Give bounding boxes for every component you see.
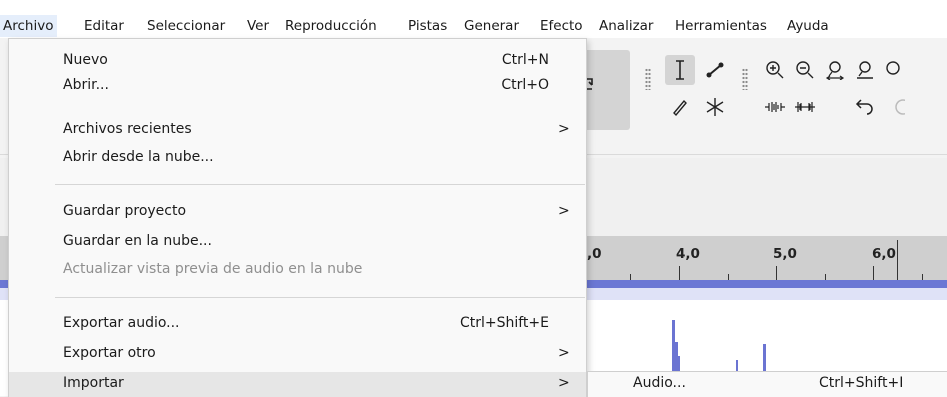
menu-herramientas[interactable]: Herramientas xyxy=(675,15,767,37)
ruler-label: 4,0 xyxy=(676,246,700,262)
menu-editar[interactable]: Editar xyxy=(84,15,124,37)
menu-analizar[interactable]: Analizar xyxy=(599,15,653,37)
menu-ayuda[interactable]: Ayuda xyxy=(787,15,829,37)
importar-submenu: Audio... Ctrl+Shift+I xyxy=(587,371,947,397)
menu-item-shortcut: Ctrl+Shift+E xyxy=(459,315,549,331)
menu-item-label: Importar xyxy=(63,375,124,391)
silence-selection-button[interactable] xyxy=(790,92,820,122)
ruler-label: 6,0 xyxy=(872,246,896,262)
menu-item-label: Archivos recientes xyxy=(63,121,192,137)
menu-item-label: Guardar proyecto xyxy=(63,203,187,219)
menu-item-shortcut: Ctrl+N xyxy=(501,52,549,68)
menu-item-label: Exportar otro xyxy=(63,345,156,361)
playhead-marker[interactable] xyxy=(897,240,898,280)
silence-selection-icon xyxy=(794,99,816,115)
envelope-tool-icon xyxy=(704,59,726,81)
undo-icon xyxy=(855,97,875,117)
menu-efecto[interactable]: Efecto xyxy=(540,15,583,37)
zoom-in-button[interactable] xyxy=(760,55,790,85)
menu-item-label: Abrir... xyxy=(63,77,109,93)
menu-item-archivos-recientes[interactable]: Archivos recientes > xyxy=(9,118,586,142)
ruler-tick xyxy=(679,266,680,280)
submenu-arrow-icon: > xyxy=(558,375,570,391)
submenu-arrow-icon: > xyxy=(558,203,570,219)
fit-selection-button[interactable] xyxy=(820,55,850,85)
menu-seleccionar[interactable]: Seleccionar xyxy=(147,15,225,37)
zoom-toggle-button[interactable] xyxy=(880,55,920,85)
fit-selection-icon xyxy=(825,60,845,80)
menu-item-exportar-audio[interactable]: Exportar audio... Ctrl+Shift+E xyxy=(9,312,586,336)
ruler-tick xyxy=(873,266,874,280)
undo-button[interactable] xyxy=(850,92,880,122)
ruler-label: 5,0 xyxy=(773,246,797,262)
menu-item-label: Guardar en la nube... xyxy=(63,233,212,249)
menu-item-label: Exportar audio... xyxy=(63,315,180,331)
menu-pistas[interactable]: Pistas xyxy=(408,15,447,37)
menu-item-abrir-desde-la-nube[interactable]: Abrir desde la nube... xyxy=(9,146,586,170)
ruler-label: ,0 xyxy=(587,246,602,262)
menu-item-abrir[interactable]: Abrir... Ctrl+O xyxy=(9,74,586,98)
menu-archivo[interactable]: Archivo xyxy=(0,15,58,37)
menu-item-actualizar-vista-previa[interactable]: Actualizar vista previa de audio en la n… xyxy=(9,258,586,282)
menu-item-label: Actualizar vista previa de audio en la n… xyxy=(63,261,363,277)
menubar: Archivo Editar Seleccionar Ver Reproducc… xyxy=(0,12,947,38)
submenu-arrow-icon: > xyxy=(558,121,570,137)
toolbar-grip[interactable] xyxy=(742,68,748,90)
menu-item-nuevo[interactable]: Nuevo Ctrl+N xyxy=(9,49,586,73)
zoom-in-icon xyxy=(765,60,785,80)
zoom-out-icon xyxy=(795,60,815,80)
menu-separator xyxy=(55,297,585,298)
trim-outside-button[interactable] xyxy=(760,92,790,122)
trim-outside-icon xyxy=(764,99,786,115)
redo-button[interactable] xyxy=(880,92,910,122)
selection-tool-icon xyxy=(672,59,688,81)
menu-generar[interactable]: Generar xyxy=(464,15,519,37)
selection-tool-button[interactable] xyxy=(665,55,695,85)
envelope-tool-button[interactable] xyxy=(700,55,730,85)
menu-item-exportar-otro[interactable]: Exportar otro > xyxy=(9,342,586,366)
redo-icon xyxy=(885,97,905,117)
submenu-item-label: Audio... xyxy=(633,375,686,391)
archivo-dropdown-menu: Nuevo Ctrl+N Abrir... Ctrl+O Archivos re… xyxy=(8,38,587,397)
menu-ver[interactable]: Ver xyxy=(247,15,269,37)
cropped-top-strip xyxy=(0,0,947,12)
menu-item-importar[interactable]: Importar > xyxy=(9,372,586,397)
zoom-toggle-icon xyxy=(880,60,900,80)
menu-item-guardar-proyecto[interactable]: Guardar proyecto > xyxy=(9,200,586,224)
submenu-item-audio[interactable]: Audio... Ctrl+Shift+I xyxy=(588,372,947,397)
menu-item-guardar-en-la-nube[interactable]: Guardar en la nube... xyxy=(9,230,586,254)
fit-project-icon xyxy=(855,60,875,80)
multi-tool-button[interactable] xyxy=(700,92,730,122)
fit-project-button[interactable] xyxy=(850,55,880,85)
draw-tool-icon xyxy=(670,97,690,117)
multi-tool-icon xyxy=(704,96,726,118)
menu-item-shortcut: Ctrl+O xyxy=(501,77,549,93)
submenu-arrow-icon: > xyxy=(558,345,570,361)
menu-item-label: Nuevo xyxy=(63,52,108,68)
draw-tool-button[interactable] xyxy=(665,92,695,122)
toolbar-grip[interactable] xyxy=(645,68,651,90)
menu-item-label: Abrir desde la nube... xyxy=(63,149,214,165)
submenu-item-shortcut: Ctrl+Shift+I xyxy=(819,375,904,391)
menu-reproduccion[interactable]: Reproducción xyxy=(285,15,377,37)
zoom-out-button[interactable] xyxy=(790,55,820,85)
ruler-tick xyxy=(776,266,777,280)
menu-separator xyxy=(55,184,585,185)
